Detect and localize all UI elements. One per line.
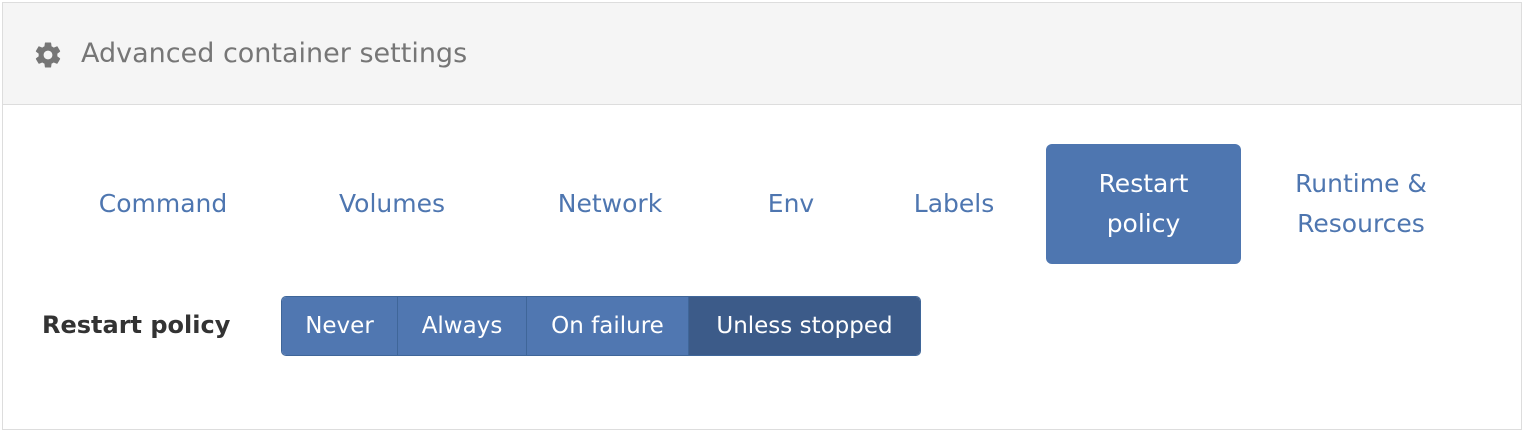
tab-label: Labels	[913, 189, 995, 218]
tab-label: Env	[767, 189, 815, 218]
restart-always-button[interactable]: Always	[398, 297, 527, 355]
tab-env[interactable]: Env	[730, 144, 852, 264]
restart-policy-button-group: Never Always On failure Unless stopped	[281, 296, 921, 356]
tab-network[interactable]: Network	[512, 144, 708, 264]
tab-label: Command	[98, 189, 228, 218]
tab-runtime-resources[interactable]: Runtime & Resources	[1256, 144, 1466, 264]
tab-volumes[interactable]: Volumes	[290, 144, 494, 264]
tab-label: Restart policy	[1098, 169, 1189, 238]
panel-title: Advanced container settings	[81, 38, 468, 69]
restart-on-failure-button[interactable]: On failure	[527, 297, 689, 355]
tab-label: Runtime & Resources	[1295, 169, 1427, 238]
tab-label: Volumes	[338, 189, 445, 218]
tab-label: Network	[557, 189, 663, 218]
restart-unless-stopped-button[interactable]: Unless stopped	[689, 297, 920, 355]
restart-never-button[interactable]: Never	[282, 297, 398, 355]
gear-icon	[35, 42, 61, 68]
restart-policy-label: Restart policy	[42, 311, 231, 339]
panel-header: Advanced container settings	[3, 3, 1521, 105]
tab-labels[interactable]: Labels	[874, 144, 1034, 264]
tab-command[interactable]: Command	[56, 144, 270, 264]
tab-restart-policy[interactable]: Restart policy	[1046, 144, 1241, 264]
